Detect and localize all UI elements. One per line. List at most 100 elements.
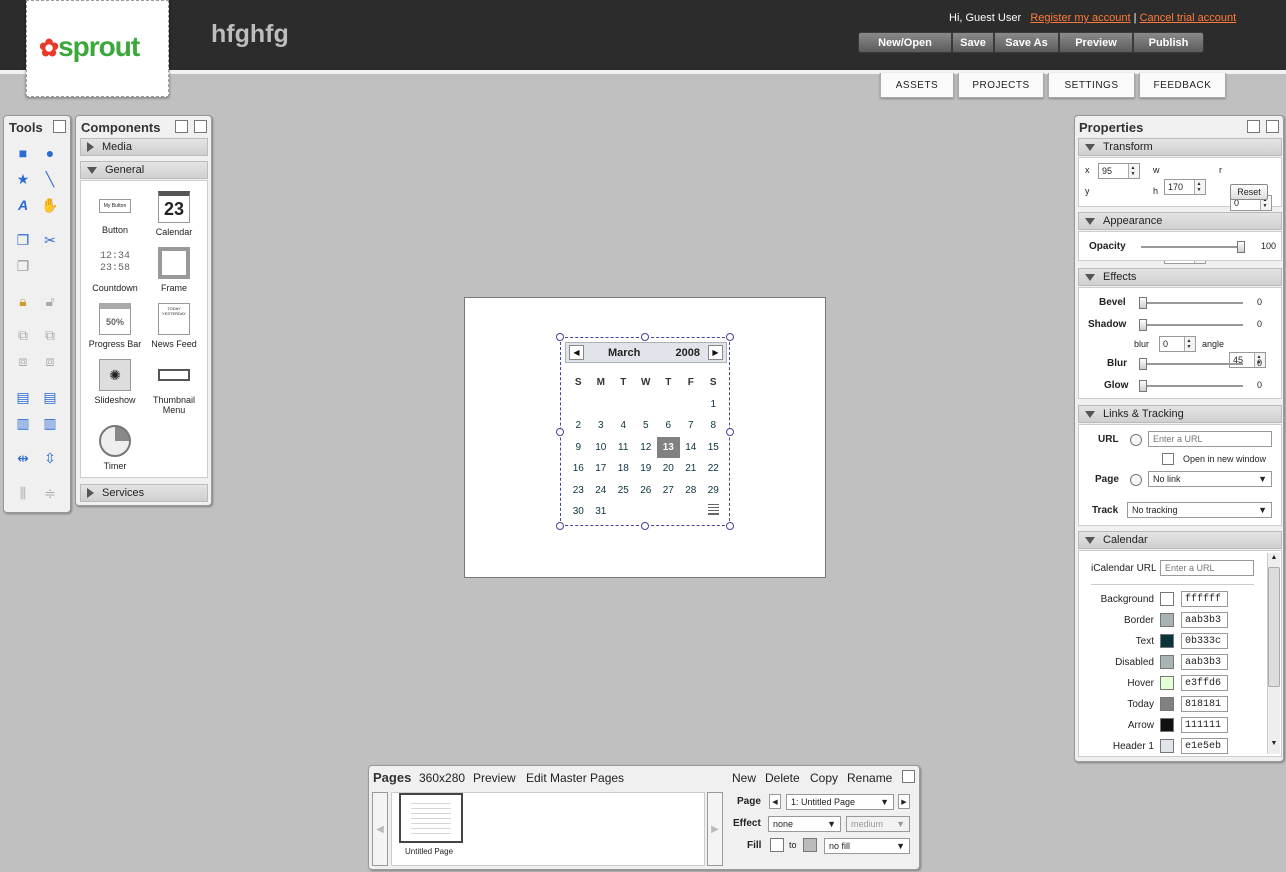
w-input[interactable]: 170 [1164,179,1206,195]
calendar-day[interactable]: 1 [702,394,725,416]
calendar-day[interactable]: 24 [590,480,613,502]
panel-dock-icon[interactable] [1247,120,1260,133]
calendar-day[interactable]: 6 [657,415,680,437]
ellipse-tool-icon[interactable]: ● [41,144,59,162]
resize-handle[interactable] [641,333,649,341]
lock-icon[interactable]: 🔒︎ [14,292,32,310]
calendar-day[interactable]: 19 [635,458,658,480]
tab-projects[interactable]: PROJECTS [958,73,1044,98]
color-hex-input[interactable]: e1e5eb [1181,738,1228,754]
calendar-day[interactable]: 21 [680,458,703,480]
color-swatch[interactable] [1160,739,1174,753]
color-hex-input[interactable]: 111111 [1181,717,1228,733]
calendar-day[interactable]: 8 [702,415,725,437]
calendar-day[interactable]: 5 [635,415,658,437]
color-swatch[interactable] [1160,613,1174,627]
calendar-day[interactable]: 26 [635,480,658,502]
distribute-vertical-icon[interactable]: ⇳ [41,449,59,467]
page-size[interactable]: 360x280 [419,771,465,785]
rename-page-button[interactable]: Rename [847,771,892,785]
glow-slider-thumb[interactable] [1139,380,1147,392]
page-radio[interactable] [1130,474,1142,486]
pages-scroll-right-icon[interactable]: ▶ [707,792,723,866]
calendar-day[interactable]: 20 [657,458,680,480]
fill-dropdown[interactable]: no fill ▼ [824,838,910,854]
opacity-slider-thumb[interactable] [1237,241,1245,253]
copy-icon[interactable]: ❐ [14,231,32,249]
scrollbar[interactable]: ▲ ▼ [1267,553,1280,754]
resize-handle[interactable] [726,522,734,530]
hand-tool-icon[interactable]: ✋ [41,196,59,214]
ungroup-icon[interactable]: ⧉ [41,326,59,344]
color-hex-input[interactable]: 818181 [1181,696,1228,712]
component-calendar[interactable]: 23 Calendar [144,191,204,237]
fill-color-from[interactable] [770,838,784,852]
color-swatch[interactable] [1160,718,1174,732]
shadow-blur-input[interactable]: 0 [1159,336,1196,352]
paste-icon[interactable]: ❐ [14,257,32,275]
edit-master-pages-link[interactable]: Edit Master Pages [526,771,624,785]
pages-scroll-left-icon[interactable]: ◀ [372,792,388,866]
align-right-icon[interactable]: ▤ [41,388,59,406]
align-bottom-icon[interactable]: ▥ [41,414,59,432]
tab-assets[interactable]: ASSETS [880,73,954,98]
blur-slider[interactable] [1139,358,1243,370]
prev-month-icon[interactable]: ◀ [569,345,584,360]
resize-handle[interactable] [726,428,734,436]
calendar-day[interactable]: 13 [657,436,680,458]
next-page-icon[interactable]: ▶ [898,794,910,809]
calendar-day[interactable]: 31 [590,501,613,523]
bevel-slider[interactable] [1139,297,1243,309]
color-swatch[interactable] [1160,655,1174,669]
section-general[interactable]: General [80,161,208,179]
url-radio[interactable] [1130,434,1142,446]
new-page-button[interactable]: New [732,771,756,785]
copy-page-button[interactable]: Copy [810,771,838,785]
color-hex-input[interactable]: ffffff [1181,591,1228,607]
calendar-day[interactable]: 25 [612,480,635,502]
color-hex-input[interactable]: aab3b3 [1181,612,1228,628]
component-timer[interactable]: Timer [85,425,145,471]
cut-icon[interactable]: ✂ [41,231,59,249]
unlock-icon[interactable]: 🔓︎ [41,292,59,310]
fill-color-to[interactable] [803,838,817,852]
align-top-icon[interactable]: ▥ [14,414,32,432]
component-thumbnail-menu[interactable]: Thumbnail Menu [144,359,204,415]
save-button[interactable]: Save [952,32,994,53]
panel-toggle-icon[interactable] [53,120,66,133]
project-title[interactable]: hfghfg [211,20,289,49]
scroll-down-icon[interactable]: ▼ [1269,740,1279,751]
color-hex-input[interactable]: aab3b3 [1181,654,1228,670]
calendar-day[interactable]: 15 [702,437,725,459]
send-backward-icon[interactable]: ⧈ [41,352,59,370]
bring-forward-icon[interactable]: ⧈ [14,352,32,370]
reset-button[interactable]: Reset [1230,184,1268,200]
line-tool-icon[interactable]: ╲ [41,170,59,188]
panel-dock-icon[interactable] [175,120,188,133]
calendar-day[interactable]: 3 [590,415,613,437]
shadow-slider-thumb[interactable] [1139,319,1147,331]
calendar-widget[interactable]: ◀ March 2008 ▶ S M T W T F S 1 2 3 4 5 6 7 8 9 10 11 12 13 1… [556,333,734,530]
blur-slider-thumb[interactable] [1139,358,1147,370]
resize-handle[interactable] [641,522,649,530]
panel-collapse-icon[interactable] [194,120,207,133]
group-icon[interactable]: ⧉ [14,326,32,344]
resize-handle[interactable] [556,333,564,341]
color-hex-input[interactable]: 0b333c [1181,633,1228,649]
section-calendar[interactable]: Calendar [1078,531,1282,549]
resize-handle[interactable] [726,333,734,341]
component-button[interactable]: My Button Button [85,191,145,235]
component-frame[interactable]: Frame [144,247,204,293]
shadow-slider[interactable] [1139,319,1243,331]
delete-page-button[interactable]: Delete [765,771,800,785]
pages-preview-link[interactable]: Preview [473,771,516,785]
section-services[interactable]: Services [80,484,208,502]
calendar-day[interactable]: 17 [590,458,613,480]
new-window-checkbox[interactable] [1162,453,1174,465]
register-link[interactable]: Register my account [1030,12,1130,24]
glow-slider[interactable] [1139,380,1243,392]
new-open-button[interactable]: New/Open [858,32,952,53]
calendar-day[interactable]: 11 [612,437,635,459]
effect-speed-dropdown[interactable]: medium ▼ [846,816,910,832]
distribute-horizontal-icon[interactable]: ⇹ [14,449,32,467]
